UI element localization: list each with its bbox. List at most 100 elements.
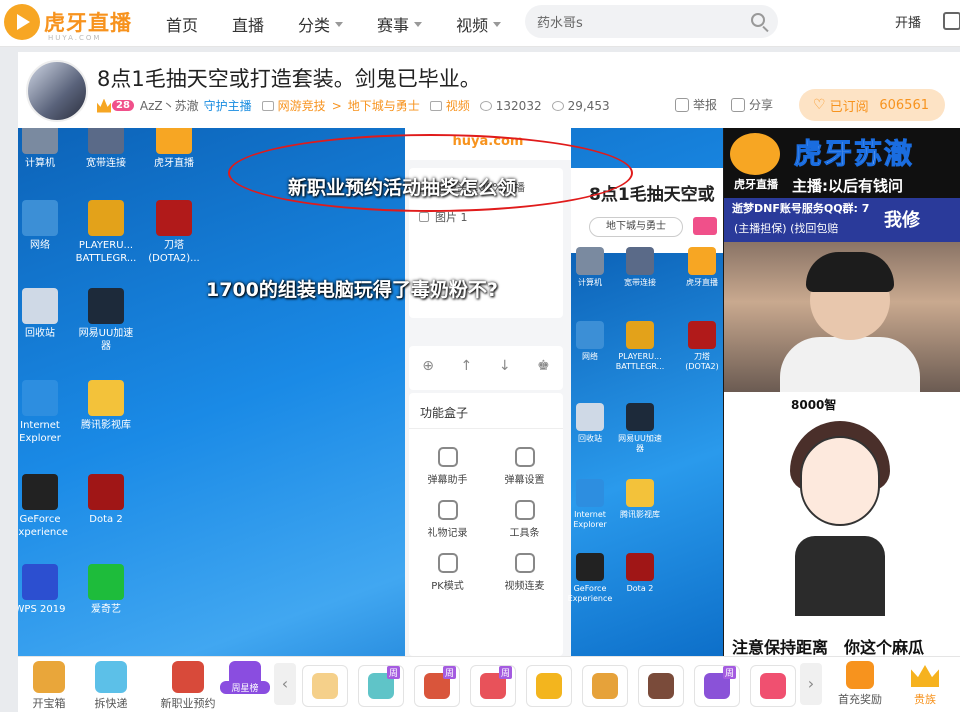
room-meta: 28 AzZ丶苏澈 守护主播 网游竞技 > 地下城与勇士 视频 132032 2… [97, 97, 620, 114]
room-id-icon [479, 100, 492, 111]
desktop-icon[interactable]: Dota 2 [74, 474, 138, 526]
desktop-icon[interactable]: 宽带连接 [74, 128, 138, 170]
function-item[interactable]: PK模式 [409, 553, 486, 592]
huya-mascot-icon [730, 133, 780, 175]
desktop-icon[interactable]: 腾讯影视库 [615, 479, 665, 520]
desktop-icon[interactable]: 网络 [18, 200, 72, 252]
desktop-icon[interactable]: WPS 2019 [18, 564, 72, 616]
desktop-icon-label: 宽带连接 [624, 278, 656, 287]
gift-next-arrow[interactable]: › [800, 663, 822, 705]
desktop-icon-label: 腾讯影视库 [620, 510, 660, 519]
gift-icon [592, 673, 618, 699]
function-item[interactable]: 工具条 [486, 500, 563, 539]
noble-button[interactable]: 贵族 [900, 661, 950, 707]
desktop-icon[interactable]: GeForce Experience [565, 553, 615, 604]
desktop-icon-label: 宽带连接 [86, 158, 126, 169]
desktop-icon-label: 回收站 [578, 434, 602, 443]
stream-banner: 虎牙苏澈 虎牙直播 主播:以后有钱问 [724, 128, 960, 198]
video-link[interactable]: 视频 [446, 97, 470, 114]
app-icon [688, 321, 716, 349]
function-item[interactable]: 弹幕设置 [486, 447, 563, 486]
gift-item[interactable]: 周 [470, 665, 516, 707]
host-name[interactable]: AzZ丶苏澈 [140, 97, 199, 114]
guard-host-link[interactable]: 守护主播 [204, 97, 252, 114]
desktop-icon[interactable]: 网易UU加速器 [74, 288, 138, 353]
video-player[interactable]: 计算机 宽带连接 虎牙直播 网络 PLAYERU... BATTLEGR... 刀塔 (D… [18, 128, 960, 656]
app-icon [88, 380, 124, 416]
host-avatar[interactable] [26, 60, 88, 122]
broadcast-label: 开播 [895, 16, 922, 31]
nav-item-2[interactable]: 分类 [298, 12, 344, 36]
noble-label: 贵族 [914, 693, 936, 706]
screen-icon[interactable] [943, 12, 960, 30]
desktop-icon[interactable]: 爱奇艺 [74, 564, 138, 616]
nav-item-0[interactable]: 首页 [166, 12, 198, 36]
desktop-icon-label: 计算机 [578, 278, 602, 287]
desktop-icon[interactable]: Internet Explorer [18, 380, 72, 445]
gift-item[interactable]: 周 [414, 665, 460, 707]
gift-item[interactable] [638, 665, 684, 707]
desktop-icon[interactable]: 刀塔 (DOTA2)... [142, 200, 206, 265]
activity-button[interactable]: 拆快递 [86, 661, 136, 711]
nested-desktop: 计算机 宽带连接 虎牙直播 网络 PLAYERU... BATTLEGR... 刀塔 (D… [568, 247, 723, 656]
gift-item[interactable] [582, 665, 628, 707]
nav-item-3[interactable]: 赛事 [377, 12, 423, 36]
activity-button[interactable]: 开宝箱 [24, 661, 74, 711]
app-icon [576, 321, 604, 349]
down-arrow-icon: ↓ [498, 358, 511, 374]
gift-prev-arrow[interactable]: ‹ [274, 663, 296, 705]
desktop-icon[interactable]: Internet Explorer [565, 479, 615, 530]
desktop-icon[interactable]: 回收站 [565, 403, 615, 444]
desktop-icon[interactable]: PLAYERU... BATTLEGR... [74, 200, 138, 265]
subscribe-count: 606561 [879, 97, 929, 113]
nav-item-1[interactable]: 直播 [232, 12, 264, 36]
desktop-icon[interactable]: GeForce Experience [18, 474, 72, 539]
desktop-icon[interactable]: 虎牙直播 [677, 247, 727, 288]
desktop-icon[interactable]: PLAYERU... BATTLEGR... [615, 321, 665, 372]
app-icon [576, 247, 604, 275]
desktop-icon[interactable]: 虎牙直播 [142, 128, 206, 170]
desktop-icon[interactable]: Dota 2 [615, 553, 665, 594]
viewer-stat: 29,453 [551, 99, 610, 113]
report-button[interactable]: 举报 [675, 96, 717, 113]
function-item[interactable]: 视频连麦 [486, 553, 563, 592]
huya-logo-icon [4, 4, 40, 40]
desktop-icon[interactable]: 网易UU加速器 [615, 403, 665, 454]
nav-item-4[interactable]: 视频 [456, 12, 502, 36]
desktop-icon[interactable]: 计算机 [565, 247, 615, 288]
desktop-icon[interactable]: 计算机 [18, 128, 72, 170]
activity-button[interactable]: 新职业预约 [152, 661, 224, 711]
share-button[interactable]: 分享 [731, 96, 773, 113]
desktop-icon-label: 网络 [30, 240, 50, 251]
banner-subtitle: 主播:以后有钱问 [792, 177, 903, 195]
broadcast-button[interactable]: 开播 [869, 12, 922, 144]
function-item[interactable]: 礼物记录 [409, 500, 486, 539]
app-icon [576, 403, 604, 431]
first-recharge-button[interactable]: 首充奖励 [830, 661, 890, 707]
category-link[interactable]: 网游竞技 [278, 97, 326, 114]
nested-tag: 地下城与勇士 [589, 217, 683, 237]
desktop-icon[interactable]: 腾讯影视库 [74, 380, 138, 432]
subcategory-link[interactable]: 地下城与勇士 [348, 97, 420, 114]
gift-item[interactable]: 周 [358, 665, 404, 707]
gift-item[interactable] [526, 665, 572, 707]
desktop-icon[interactable]: 刀塔 (DOTA2) [677, 321, 727, 372]
activity-button[interactable]: 周星榜 [220, 661, 270, 694]
room-id: 132032 [495, 98, 542, 113]
search-input[interactable] [537, 14, 737, 29]
streamer-shirt [780, 337, 920, 397]
desktop-icon[interactable]: 宽带连接 [615, 247, 665, 288]
desktop-icon[interactable]: 回收站 [18, 288, 72, 340]
desktop-icon[interactable]: 网络 [565, 321, 615, 362]
search-box[interactable] [525, 5, 778, 38]
nav-label: 首页 [166, 16, 199, 35]
gift-item[interactable]: 周 [694, 665, 740, 707]
subscribe-button[interactable]: ♡ 已订阅 606561 [799, 89, 945, 121]
gift-item[interactable] [750, 665, 796, 707]
desktop-icon-label: PLAYERU... BATTLEGR... [615, 352, 665, 371]
huya-logo[interactable]: 虎牙直播 HUYA.COM [4, 4, 132, 42]
gift-icon [312, 673, 338, 699]
gift-item[interactable] [302, 665, 348, 707]
search-icon[interactable] [751, 13, 765, 27]
function-item[interactable]: 弹幕助手 [409, 447, 486, 486]
